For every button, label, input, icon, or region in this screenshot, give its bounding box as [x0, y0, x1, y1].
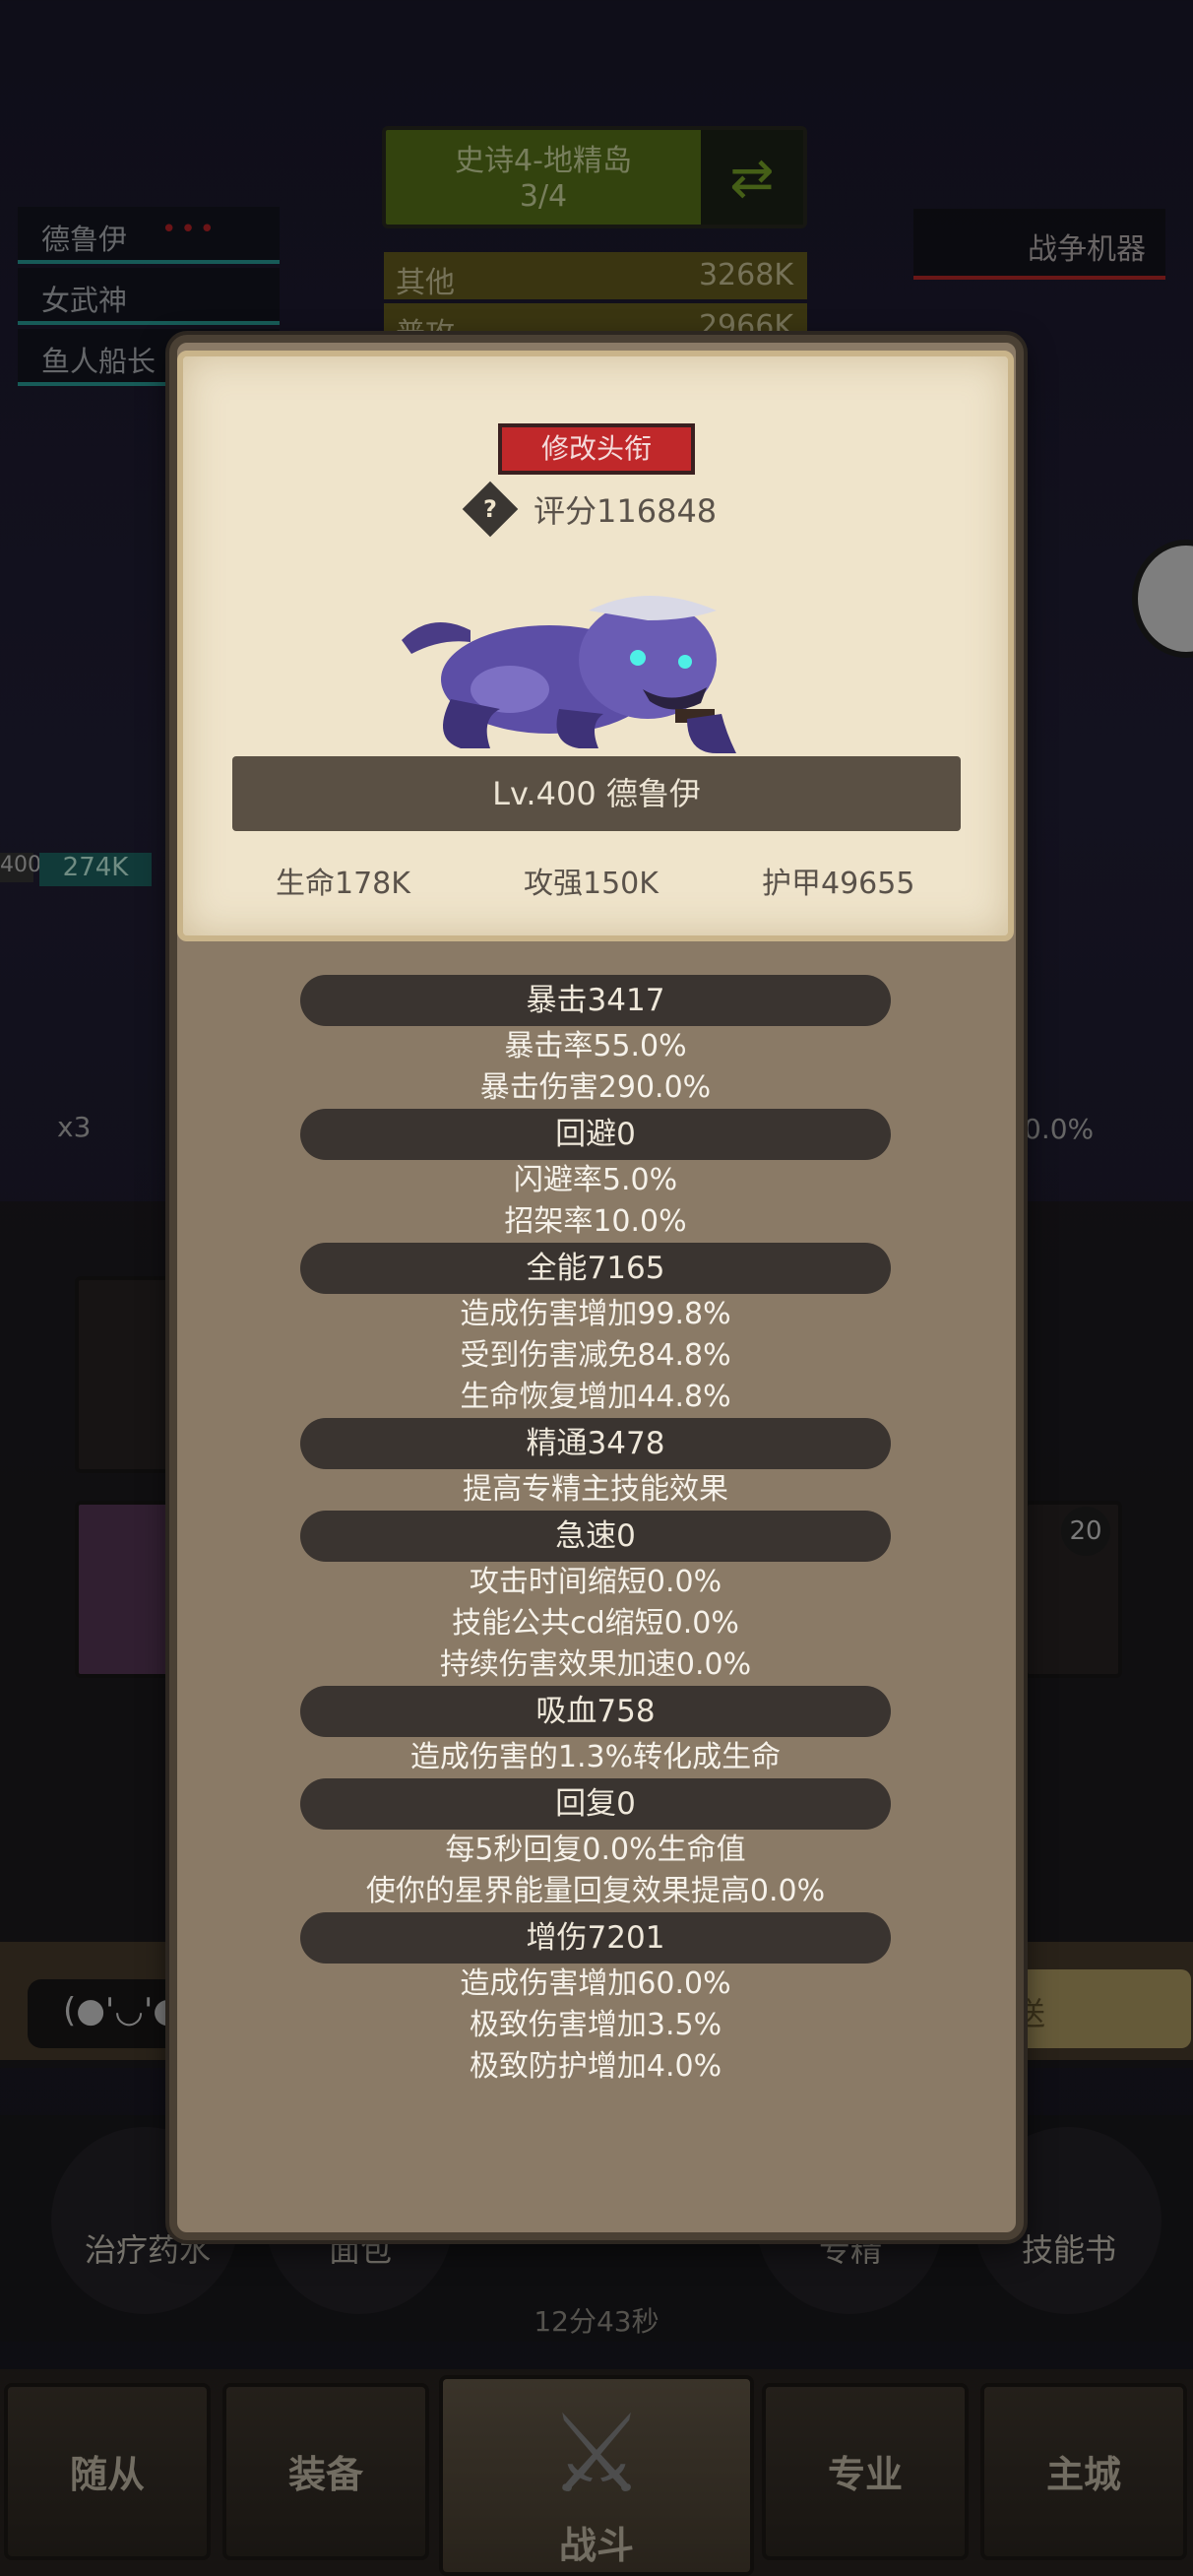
attribute-group-haste: 急速0 攻击时间缩短0.0% 技能公共cd缩短0.0% 持续伤害效果加速0.0%: [177, 1511, 1014, 1686]
stat-armor: 护甲49655: [762, 867, 915, 901]
attribute-line: 受到伤害减免84.8%: [460, 1338, 731, 1373]
attribute-header: 增伤7201: [300, 1912, 891, 1964]
attribute-header: 急速0: [300, 1511, 891, 1562]
stat-attack: 攻强150K: [524, 867, 659, 901]
attribute-group-versatility: 全能7165 造成伤害增加99.8% 受到伤害减免84.8% 生命恢复增加44.…: [177, 1243, 1014, 1418]
attribute-line: 造成伤害增加60.0%: [460, 1966, 731, 2001]
stat-hp: 生命178K: [276, 867, 410, 901]
attribute-group-damage-bonus: 增伤7201 造成伤害增加60.0% 极致伤害增加3.5% 极致防护增加4.0%: [177, 1912, 1014, 2088]
attribute-line: 持续伤害效果加速0.0%: [439, 1647, 752, 1682]
hero-name-bar: Lv.400 德鲁伊: [232, 756, 961, 831]
attribute-header: 暴击3417: [300, 975, 891, 1026]
attribute-group-crit: 暴击3417 暴击率55.0% 暴击伤害290.0%: [177, 975, 1014, 1109]
attribute-line: 招架率10.0%: [504, 1204, 687, 1239]
attribute-line: 每5秒回复0.0%生命值: [445, 1833, 746, 1867]
attribute-line: 攻击时间缩短0.0%: [469, 1565, 722, 1599]
attribute-line: 使你的星界能量回复效果提高0.0%: [365, 1874, 826, 1908]
attribute-line: 暴击伤害290.0%: [479, 1070, 712, 1105]
attribute-line: 技能公共cd缩短0.0%: [452, 1606, 739, 1641]
attribute-line: 生命恢复增加44.8%: [460, 1380, 731, 1414]
attribute-line: 暴击率55.0%: [504, 1029, 687, 1063]
attribute-line: 极致伤害增加3.5%: [469, 2008, 722, 2042]
score-row: ? 评分116848: [462, 481, 718, 538]
attribute-group-avoidance: 回避0 闪避率5.0% 招架率10.0%: [177, 1109, 1014, 1243]
attribute-group-leech: 吸血758 造成伤害的1.3%转化成生命: [177, 1686, 1014, 1778]
attribute-header: 吸血758: [300, 1686, 891, 1737]
attribute-header: 精通3478: [300, 1418, 891, 1469]
attribute-line: 造成伤害增加99.8%: [460, 1297, 731, 1331]
attribute-line: 极致防护增加4.0%: [469, 2049, 722, 2084]
help-icon[interactable]: ?: [462, 481, 519, 538]
attribute-header: 回避0: [300, 1109, 891, 1160]
attribute-header: 回复0: [300, 1778, 891, 1830]
druid-panther-portrait: [402, 596, 736, 753]
attribute-header: 全能7165: [300, 1243, 891, 1294]
attribute-line: 造成伤害的1.3%转化成生命: [409, 1740, 782, 1774]
attribute-line: 闪避率5.0%: [513, 1163, 678, 1197]
attribute-group-mastery: 精通3478 提高专精主技能效果: [177, 1418, 1014, 1511]
change-title-button[interactable]: 修改头衔: [498, 423, 695, 475]
attribute-group-regen: 回复0 每5秒回复0.0%生命值 使你的星界能量回复效果提高0.0%: [177, 1778, 1014, 1912]
attribute-line: 提高专精主技能效果: [463, 1472, 728, 1507]
score-value: 评分116848: [534, 492, 718, 530]
attribute-list: 暴击3417 暴击率55.0% 暴击伤害290.0% 回避0 闪避率5.0% 招…: [177, 975, 1014, 2088]
